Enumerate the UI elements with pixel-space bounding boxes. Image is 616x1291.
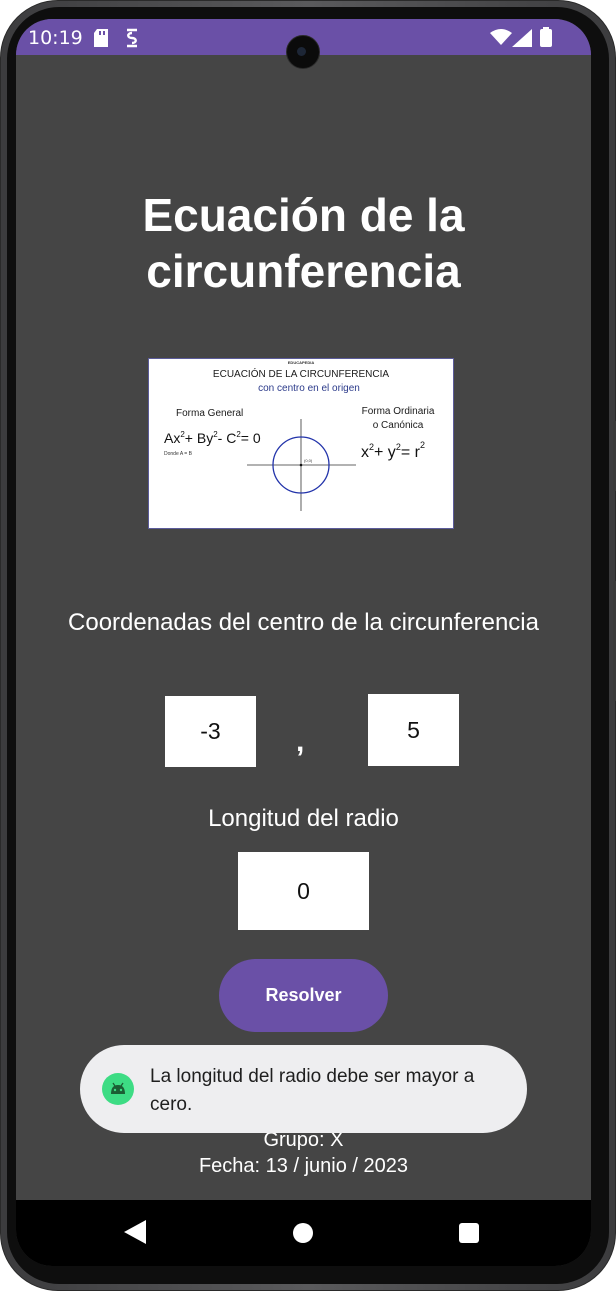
figure-subheading: con centro en el origen: [258, 383, 360, 394]
toast-text: La longitud del radio debe ser mayor a c…: [150, 1063, 510, 1119]
page-title: Ecuación de la circunferencia: [16, 187, 591, 299]
phone-frame: 10:19 Ecuación de la circunferencia EDUC…: [0, 0, 616, 1291]
figure-right-label-1: Forma Ordinaria: [362, 406, 435, 417]
sync-icon: [124, 28, 140, 53]
wifi-icon: [490, 29, 512, 50]
status-time: 10:19: [28, 27, 83, 49]
canonical-equation: x2+ y2= r2: [361, 440, 425, 461]
android-icon: [102, 1073, 134, 1105]
figure-heading: ECUACIÓN DE LA CIRCUNFERENCIA: [213, 367, 389, 380]
page-title-line-2: circunferencia: [146, 245, 461, 297]
cell-signal-icon: [512, 29, 532, 52]
toast-message: La longitud del radio debe ser mayor a c…: [80, 1045, 527, 1133]
figure-left-note: Donde A = B: [164, 451, 193, 457]
center-coordinates-label: Coordenadas del centro de la circunferen…: [68, 609, 539, 636]
screen: 10:19 Ecuación de la circunferencia EDUC…: [16, 19, 591, 1266]
toast-text-line-2: cero.: [150, 1094, 193, 1115]
radius-label: Longitud del radio: [208, 805, 399, 832]
navigation-bar: [16, 1200, 591, 1266]
equation-illustration: EDUCAPEDIA ECUACIÓN DE LA CIRCUNFERENCIA…: [148, 358, 454, 529]
equation-diagram: EDUCAPEDIA ECUACIÓN DE LA CIRCUNFERENCIA…: [164, 360, 435, 511]
origin-point: [299, 463, 303, 467]
radius-input[interactable]: 0: [238, 852, 369, 930]
back-icon[interactable]: [124, 1220, 146, 1249]
center-y-input[interactable]: 5: [368, 694, 459, 766]
front-camera: [286, 35, 320, 69]
origin-label: (0,0): [304, 458, 313, 463]
battery-icon: [540, 27, 552, 52]
recents-icon[interactable]: [459, 1223, 479, 1243]
center-x-input[interactable]: -3: [165, 696, 256, 767]
page-title-line-1: Ecuación de la: [142, 189, 465, 241]
home-icon[interactable]: [293, 1223, 313, 1243]
figure-right-label-2: o Canónica: [373, 420, 424, 431]
figure-brand: EDUCAPEDIA: [288, 360, 315, 365]
sd-card-icon: [94, 29, 108, 52]
toast-text-line-1: La longitud del radio debe ser mayor a: [150, 1066, 475, 1087]
figure-left-label: Forma General: [176, 408, 243, 419]
general-equation: Ax2+ By2- C2= 0: [164, 430, 261, 446]
coordinate-separator: ,: [296, 725, 305, 758]
resolve-button[interactable]: Resolver: [219, 959, 388, 1032]
date-label: Fecha: 13 / junio / 2023: [198, 1155, 409, 1177]
